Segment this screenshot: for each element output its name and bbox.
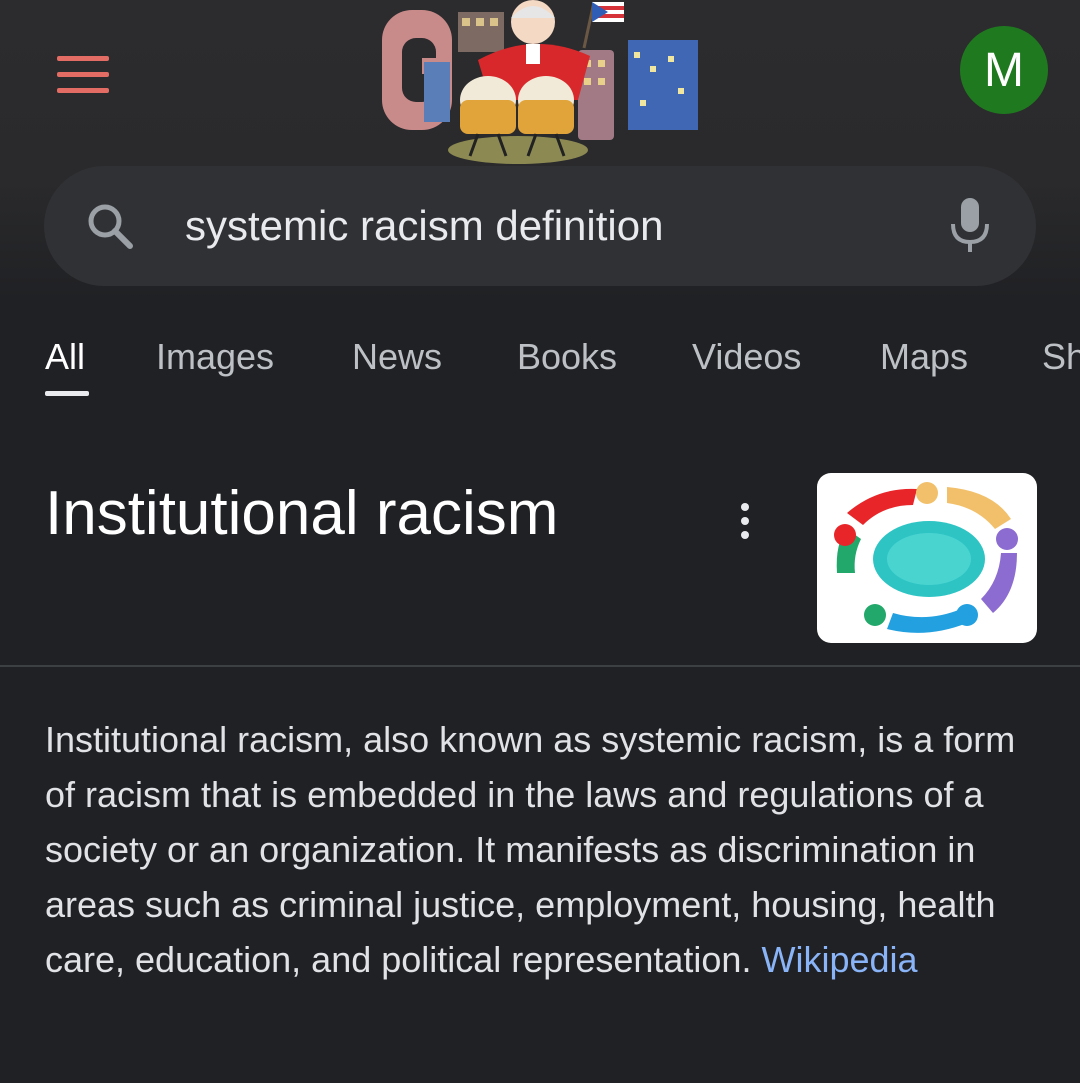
account-avatar[interactable]: M: [960, 26, 1048, 114]
microphone-icon[interactable]: [948, 196, 992, 256]
tab-images[interactable]: Images: [156, 336, 274, 378]
search-input[interactable]: systemic racism definition: [185, 196, 905, 256]
search-bar[interactable]: systemic racism definition: [44, 166, 1036, 286]
more-options-icon[interactable]: [726, 503, 764, 543]
tab-videos[interactable]: Videos: [692, 336, 801, 378]
tab-all[interactable]: All: [45, 336, 85, 378]
tab-maps[interactable]: Maps: [880, 336, 968, 378]
tab-books[interactable]: Books: [517, 336, 617, 378]
section-divider: [0, 665, 1080, 667]
wikipedia-source-link[interactable]: Wikipedia: [761, 939, 917, 980]
active-tab-indicator: [45, 391, 89, 396]
knowledge-panel-title: Institutional racism: [45, 479, 559, 548]
search-tabs: All Images News Books Videos Maps Sh: [0, 330, 1080, 400]
google-doodle-logo[interactable]: [378, 0, 708, 165]
avatar-initial: M: [984, 43, 1024, 97]
hamburger-menu-icon[interactable]: [57, 56, 109, 94]
tab-shopping[interactable]: Sh: [1042, 336, 1080, 378]
tab-news[interactable]: News: [352, 336, 442, 378]
knowledge-panel-image[interactable]: [817, 473, 1037, 643]
knowledge-panel-description: Institutional racism, also known as syst…: [45, 712, 1055, 987]
search-icon[interactable]: [84, 200, 136, 252]
